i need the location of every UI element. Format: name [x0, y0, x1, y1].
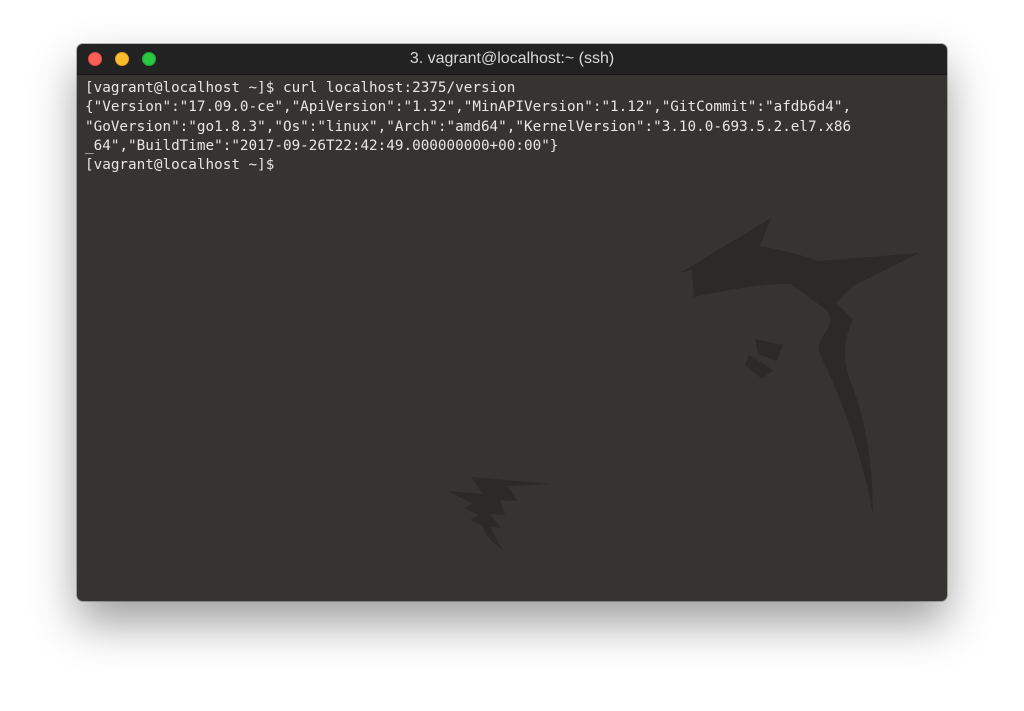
terminal-output[interactable]: [vagrant@localhost ~]$ curl localhost:23… — [85, 79, 941, 175]
terminal-prompt-line: [vagrant@localhost ~]$ — [85, 157, 275, 174]
terminal-window: 3. vagrant@localhost:~ (ssh) [vagrant@lo… — [77, 44, 947, 601]
title-bar[interactable]: 3. vagrant@localhost:~ (ssh) — [77, 44, 947, 75]
terminal-line: _64","BuildTime":"2017-09-26T22:42:49.00… — [85, 137, 559, 154]
terminal-line: [vagrant@localhost ~]$ curl localhost:23… — [85, 80, 516, 96]
terminal-line: "GoVersion":"go1.8.3","Os":"linux","Arch… — [85, 118, 852, 135]
terminal-line: {"Version":"17.09.0-ce","ApiVersion":"1.… — [85, 99, 852, 116]
window-title: 3. vagrant@localhost:~ (ssh) — [409, 50, 615, 67]
